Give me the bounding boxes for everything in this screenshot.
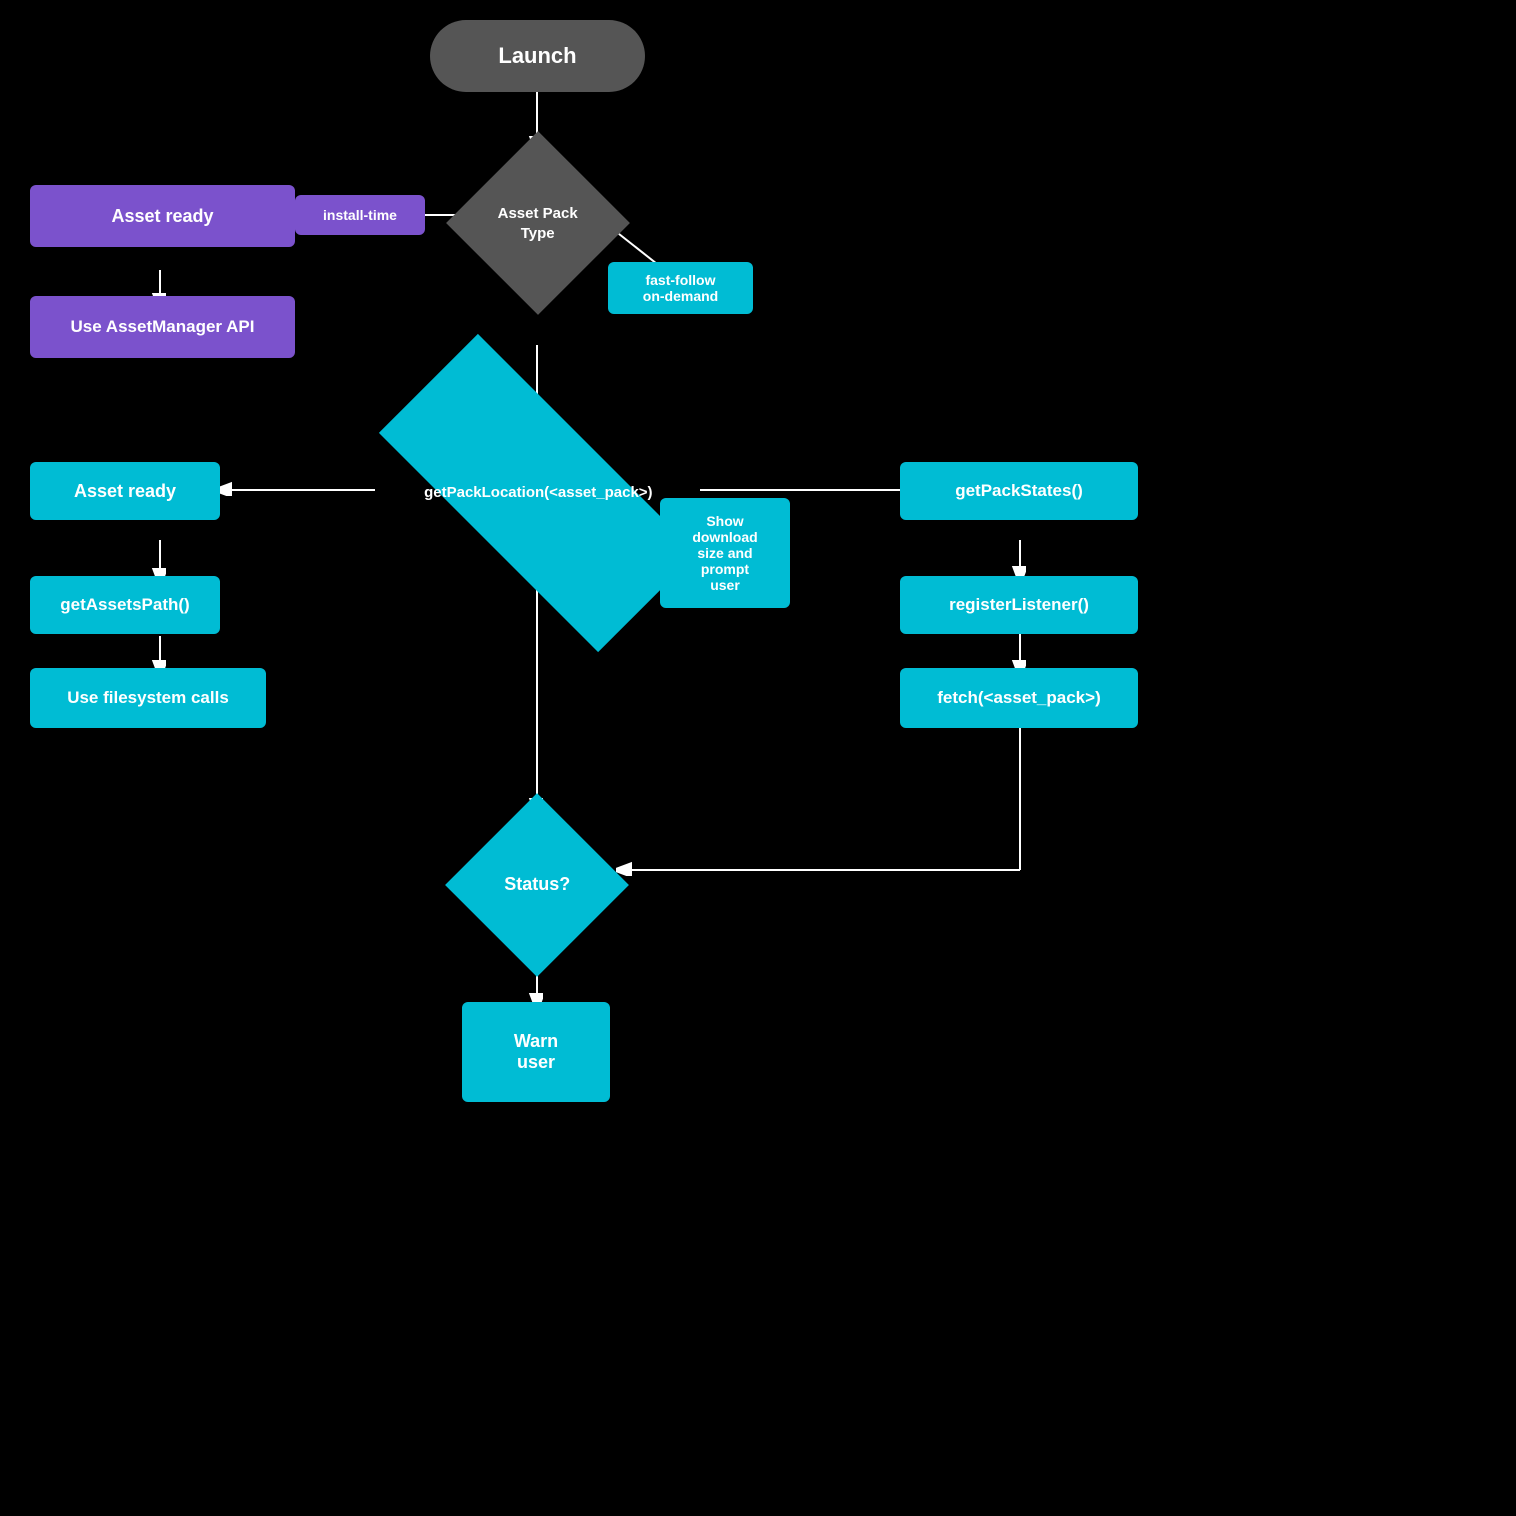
show-download-size: Show download size and prompt user (660, 498, 790, 608)
status-diamond: Status? (445, 793, 629, 977)
status-diamond-wrapper: Status? (452, 800, 622, 970)
asset-pack-type-label: Asset Pack Type (492, 198, 582, 247)
asset-pack-type-diamond-wrapper: Asset Pack Type (455, 140, 620, 305)
warn-user: Warn user (462, 1002, 610, 1102)
get-pack-location-diamond: getPackLocation(<asset_pack>) (378, 333, 696, 651)
status-label: Status? (499, 868, 575, 901)
flowchart: Launch install-time Asset Pack Type fast… (0, 0, 1516, 1516)
asset-ready-1: Asset ready (30, 185, 295, 247)
get-pack-states: getPackStates() (900, 462, 1138, 520)
fast-follow-badge: fast-follow on-demand (608, 262, 753, 314)
use-filesystem-calls: Use filesystem calls (30, 668, 266, 728)
launch-node: Launch (430, 20, 645, 92)
get-assets-path: getAssetsPath() (30, 576, 220, 634)
install-time-badge: install-time (295, 195, 425, 235)
get-pack-location-label: getPackLocation(<asset_pack>) (418, 478, 656, 508)
register-listener: registerListener() (900, 576, 1138, 634)
fetch-asset-pack: fetch(<asset_pack>) (900, 668, 1138, 728)
asset-ready-2: Asset ready (30, 462, 220, 520)
use-asset-manager: Use AssetManager API (30, 296, 295, 358)
launch-label: Launch (498, 43, 576, 69)
asset-pack-type-diamond: Asset Pack Type (446, 131, 630, 315)
